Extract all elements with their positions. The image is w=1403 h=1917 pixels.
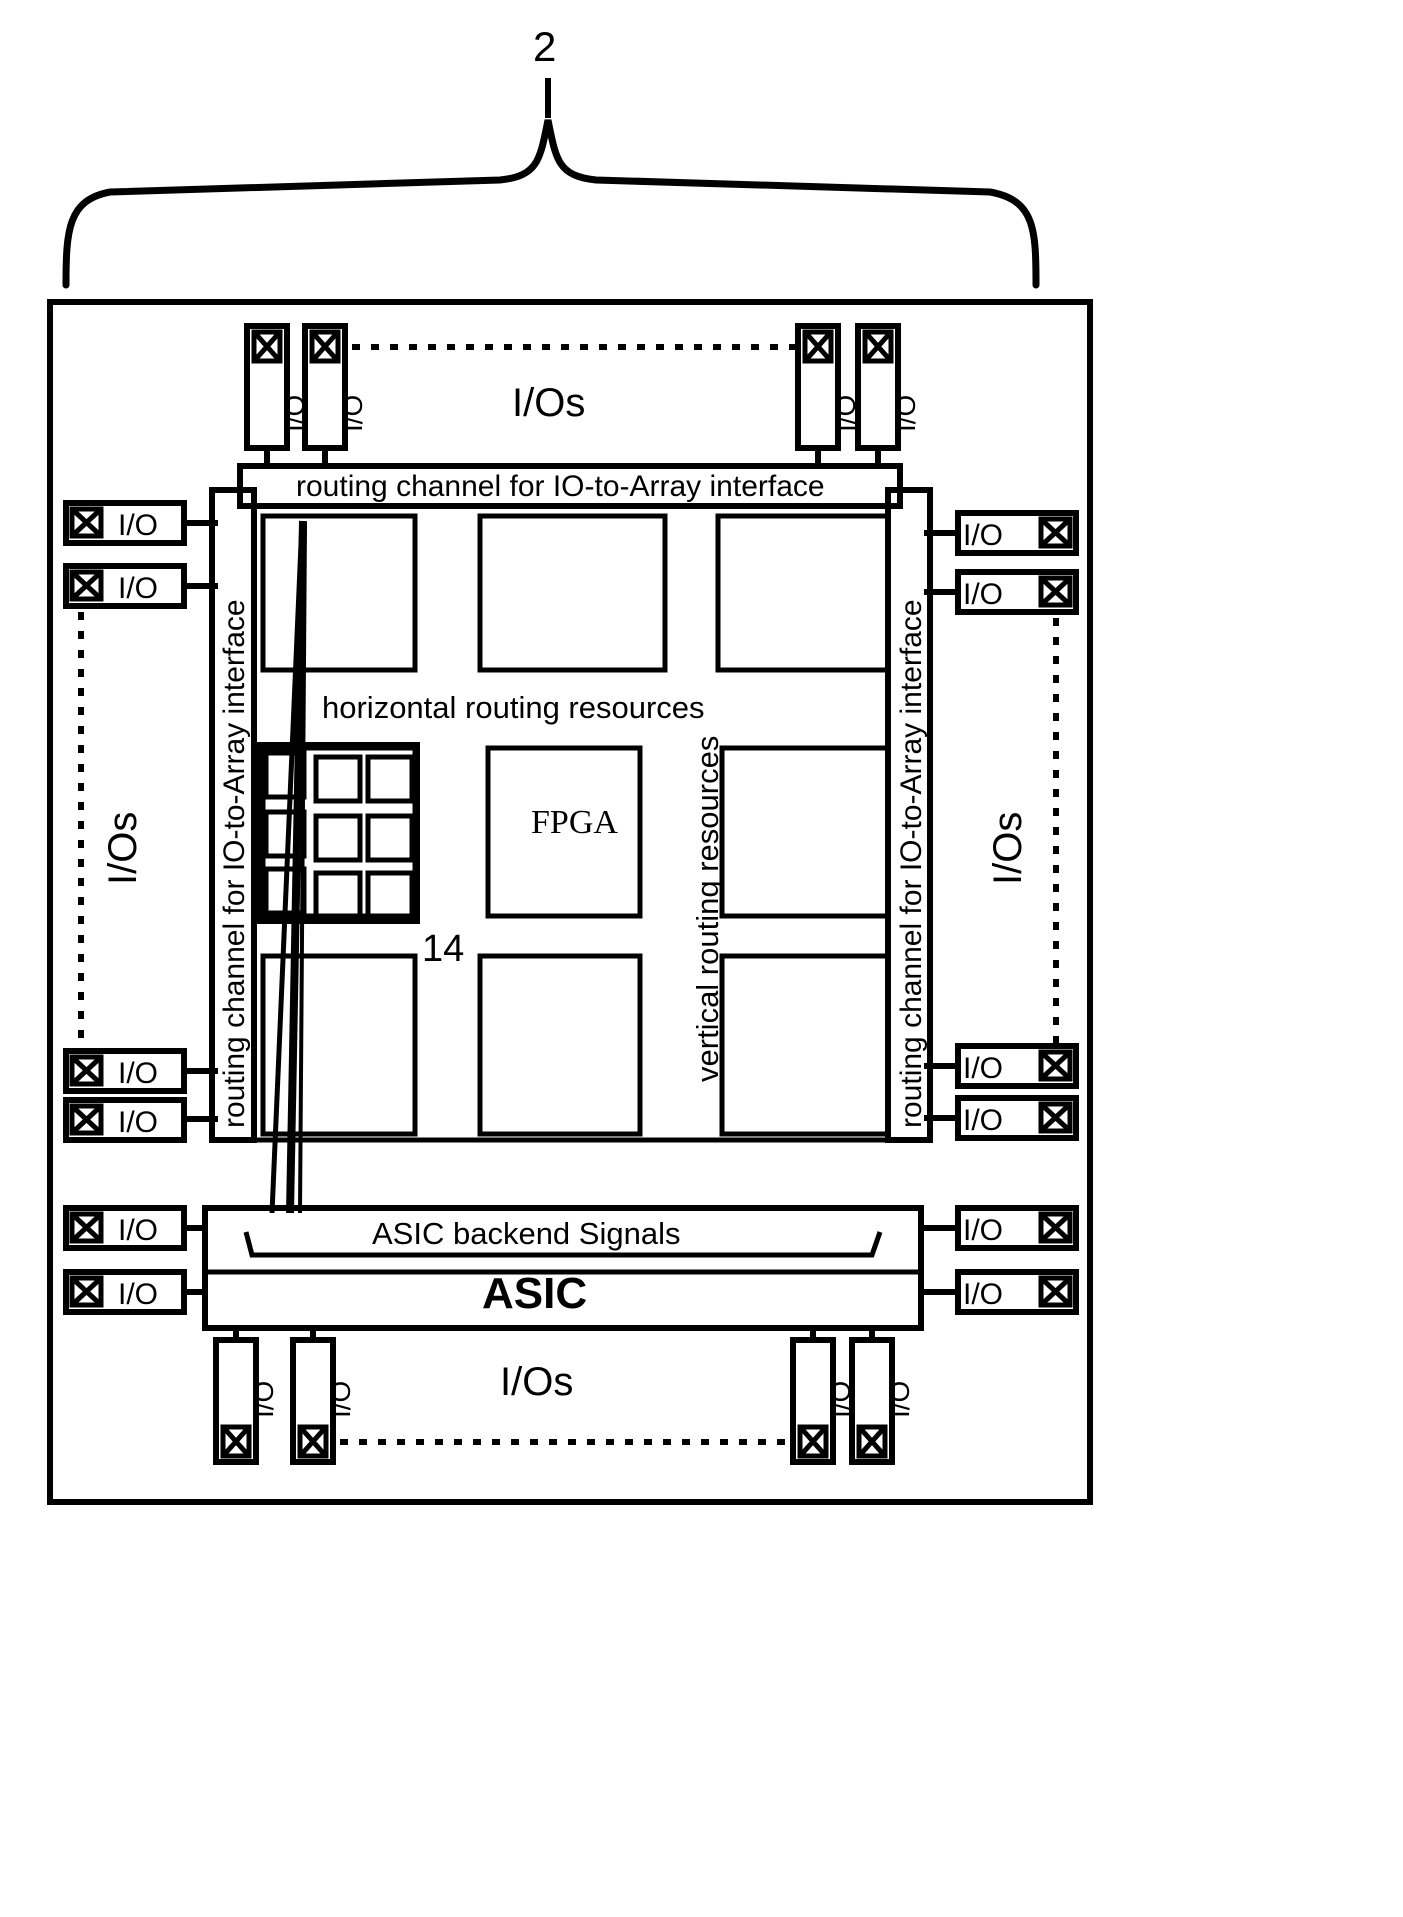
- io-group-label-bottom: I/Os: [500, 1360, 574, 1404]
- clb-block: [719, 745, 891, 919]
- io-pad-top-1-label: I/O: [279, 394, 310, 432]
- io-pad-asic-left-1-label: I/O: [118, 1214, 159, 1247]
- io-pad-right-4-label: I/O: [963, 1104, 1004, 1137]
- routing-channel-left-label: routing channel for IO-to-Array interfac…: [218, 599, 251, 1128]
- figure-reference-label: 2: [533, 23, 557, 70]
- asic-backend-signals-label: ASIC backend Signals: [372, 1216, 681, 1251]
- routing-channel-top-label: routing channel for IO-to-Array interfac…: [296, 470, 825, 503]
- io-pad-right-1-label: I/O: [963, 519, 1004, 552]
- vertical-routing-label: vertical routing resources: [690, 735, 725, 1082]
- io-pad-left-1-label: I/O: [118, 509, 159, 542]
- io-group-label-top: I/Os: [512, 381, 586, 425]
- io-pad-asic-right-1-label: I/O: [963, 1214, 1004, 1247]
- detail-grid-reference-label: 14: [422, 928, 465, 970]
- io-pad-top-3-label: I/O: [830, 394, 861, 432]
- asic-title: ASIC: [482, 1269, 588, 1318]
- io-pad-bottom-1-label: I/O: [248, 1380, 279, 1418]
- io-pad-left-3-label: I/O: [118, 1057, 159, 1090]
- io-group-label-left: I/Os: [101, 811, 145, 885]
- clb-block: [477, 513, 668, 673]
- clb-block: [260, 513, 418, 673]
- io-pad-bottom-4-label: I/O: [884, 1380, 915, 1418]
- horizontal-routing-label: horizontal routing resources: [322, 690, 705, 725]
- clb-block: [719, 953, 891, 1137]
- io-pad-bottom-3-label: I/O: [825, 1380, 856, 1418]
- io-pad-left-4-label: I/O: [118, 1106, 159, 1139]
- brace-group: [62, 78, 1040, 289]
- io-pad-asic-right-2-label: I/O: [963, 1278, 1004, 1311]
- io-group-label-right: I/Os: [986, 811, 1030, 885]
- clb-block: [260, 953, 418, 1137]
- io-pad-asic-left-2-label: I/O: [118, 1278, 159, 1311]
- io-pad-top-4-label: I/O: [890, 394, 921, 432]
- figure-canvas: 2 I/Os I/O I/O I/O I/O routing channel f…: [0, 0, 1403, 1917]
- io-pad-bottom-2-label: I/O: [325, 1380, 356, 1418]
- clb-block: [477, 953, 643, 1137]
- clb-block: [715, 513, 891, 673]
- routing-channel-right-label: routing channel for IO-to-Array interfac…: [895, 599, 928, 1128]
- io-pad-right-3-label: I/O: [963, 1052, 1004, 1085]
- io-pad-left-2-label: I/O: [118, 572, 159, 605]
- io-pad-right-2-label: I/O: [963, 578, 1004, 611]
- io-pad-top-2-label: I/O: [337, 394, 368, 432]
- fpga-label: FPGA: [531, 804, 618, 841]
- detail-grid-14: [256, 742, 420, 924]
